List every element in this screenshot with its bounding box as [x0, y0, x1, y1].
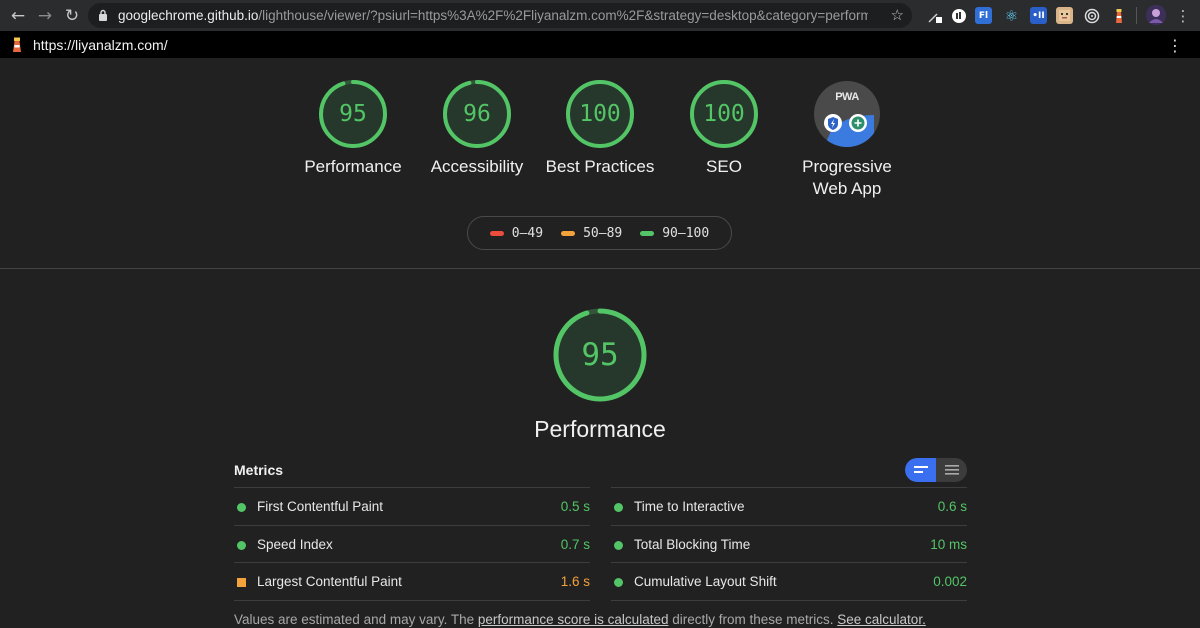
gauge-score: 100: [579, 101, 621, 127]
gauge-score: 96: [463, 101, 491, 127]
gauge-label-line1: Progressive: [802, 157, 892, 176]
metric-value: 0.002: [933, 574, 967, 589]
pwa-badge-icon: [814, 81, 880, 147]
pass-indicator-icon: [614, 503, 623, 512]
metric-name: Total Blocking Time: [634, 536, 751, 552]
forward-icon[interactable]: →: [34, 5, 56, 27]
fail-bar-icon: [489, 230, 504, 236]
footnote-text-2: directly from these metrics.: [668, 612, 838, 627]
metrics-heading: Metrics: [234, 462, 284, 478]
average-bar-icon: [561, 230, 576, 236]
pass-indicator-icon: [614, 540, 623, 550]
url-path: /lighthouse/viewer/?psiurl=https%3A%2F%2…: [258, 8, 868, 23]
browser-toolbar: ← → ↻ googlechrome.github.io/lighthouse/…: [0, 0, 1200, 31]
pass-indicator-icon: [614, 578, 623, 587]
metric-value: 10 ms: [930, 536, 967, 552]
gauge-label-line2: Web App: [812, 179, 882, 198]
metrics-bottom-border: [611, 599, 967, 601]
average-indicator-icon: [237, 578, 246, 587]
metric-total-blocking-time[interactable]: Total Blocking Time 10 ms: [611, 524, 967, 563]
lighthouse-logo-icon: [13, 37, 21, 52]
metric-value: 0.5 s: [560, 499, 590, 514]
chrome-menu-icon[interactable]: ⋮: [1172, 5, 1194, 27]
metric-name: Cumulative Layout Shift: [634, 574, 777, 589]
metrics-column-left: First Contentful Paint 0.5 s Speed Index…: [234, 487, 590, 601]
expanded-lines-icon: [944, 465, 959, 475]
legend-average: 50–89: [561, 226, 622, 241]
address-bar[interactable]: googlechrome.github.io/lighthouse/viewer…: [88, 3, 912, 28]
legend-pass: 90–100: [640, 226, 709, 241]
gauge-label: Best Practices: [545, 157, 655, 176]
pen-icon[interactable]: [926, 7, 943, 24]
metric-name: Time to Interactive: [634, 499, 745, 514]
toolbar-divider: [1136, 7, 1137, 24]
back-icon[interactable]: ←: [7, 5, 29, 27]
url-host: googlechrome.github.io: [118, 8, 259, 23]
face-icon[interactable]: [1056, 7, 1073, 24]
target-icon[interactable]: [1083, 7, 1100, 24]
gauge-label: Performance: [304, 157, 402, 176]
metric-cumulative-layout-shift[interactable]: Cumulative Layout Shift 0.002: [611, 562, 967, 600]
pwa-badge-text: PWA: [835, 91, 859, 103]
gauge-score: 100: [703, 101, 745, 127]
m-icon[interactable]: •II: [1030, 7, 1047, 24]
reload-icon[interactable]: ↻: [61, 5, 83, 27]
lighthouse-icon[interactable]: [1110, 7, 1127, 24]
legend-average-label: 50–89: [583, 225, 623, 241]
viewer-topbar: https://liyanalzm.com/ ⋮: [0, 31, 1200, 58]
gauge-label: Accessibility: [430, 157, 524, 176]
pass-bar-icon: [640, 230, 655, 236]
see-calculator-link[interactable]: See calculator.: [837, 612, 926, 627]
metric-time-to-interactive[interactable]: Time to Interactive 0.6 s: [611, 487, 967, 525]
legend-pass-label: 90–100: [662, 225, 710, 241]
legend-fail: 0–49: [489, 225, 544, 241]
metrics-footnote: Values are estimated and may vary. The p…: [234, 612, 926, 627]
gauge-score: 95: [339, 101, 367, 127]
metric-name: First Contentful Paint: [257, 499, 384, 514]
metric-name: Speed Index: [257, 536, 333, 552]
report-menu-icon[interactable]: ⋮: [1167, 36, 1183, 55]
compact-view-button[interactable]: [905, 458, 936, 482]
report-url[interactable]: https://liyanalzm.com/: [33, 37, 168, 53]
performance-score: 95: [581, 337, 619, 373]
metrics-column-right: Time to Interactive 0.6 s Total Blocking…: [611, 487, 967, 601]
metric-value: 1.6 s: [560, 574, 590, 589]
metrics-bottom-border: [234, 599, 590, 601]
section-divider: [0, 268, 1200, 269]
chart-icon[interactable]: [950, 7, 967, 24]
bookmark-star-icon[interactable]: ☆: [891, 6, 904, 24]
metrics-view-toggle[interactable]: [905, 458, 967, 482]
react-icon[interactable]: ⚛: [1003, 7, 1020, 25]
pass-indicator-icon: [237, 503, 246, 512]
gauge-label: SEO: [706, 157, 742, 176]
expanded-view-button[interactable]: [936, 458, 967, 482]
avatar[interactable]: [1146, 5, 1166, 25]
performance-title: Performance: [534, 416, 666, 442]
footnote-text-1: Values are estimated and may vary. The: [234, 612, 478, 627]
metric-name: Largest Contentful Paint: [257, 574, 402, 589]
score-scale-legend: 0–49 50–89 90–100: [467, 216, 732, 250]
metric-first-contentful-paint[interactable]: First Contentful Paint 0.5 s: [234, 487, 590, 525]
lock-icon: [99, 9, 107, 21]
score-calculated-link[interactable]: performance score is calculated: [478, 612, 669, 627]
metric-speed-index[interactable]: Speed Index 0.7 s: [234, 524, 590, 563]
metric-value: 0.6 s: [937, 499, 967, 514]
compact-lines-icon: [913, 466, 928, 473]
metric-value: 0.7 s: [560, 536, 590, 552]
url-text: googlechrome.github.io/lighthouse/viewer…: [118, 8, 868, 23]
pass-indicator-icon: [237, 540, 246, 550]
legend-fail-label: 0–49: [511, 225, 544, 241]
metric-largest-contentful-paint[interactable]: Largest Contentful Paint 1.6 s: [234, 562, 590, 600]
fl-icon[interactable]: Fl: [975, 7, 992, 24]
